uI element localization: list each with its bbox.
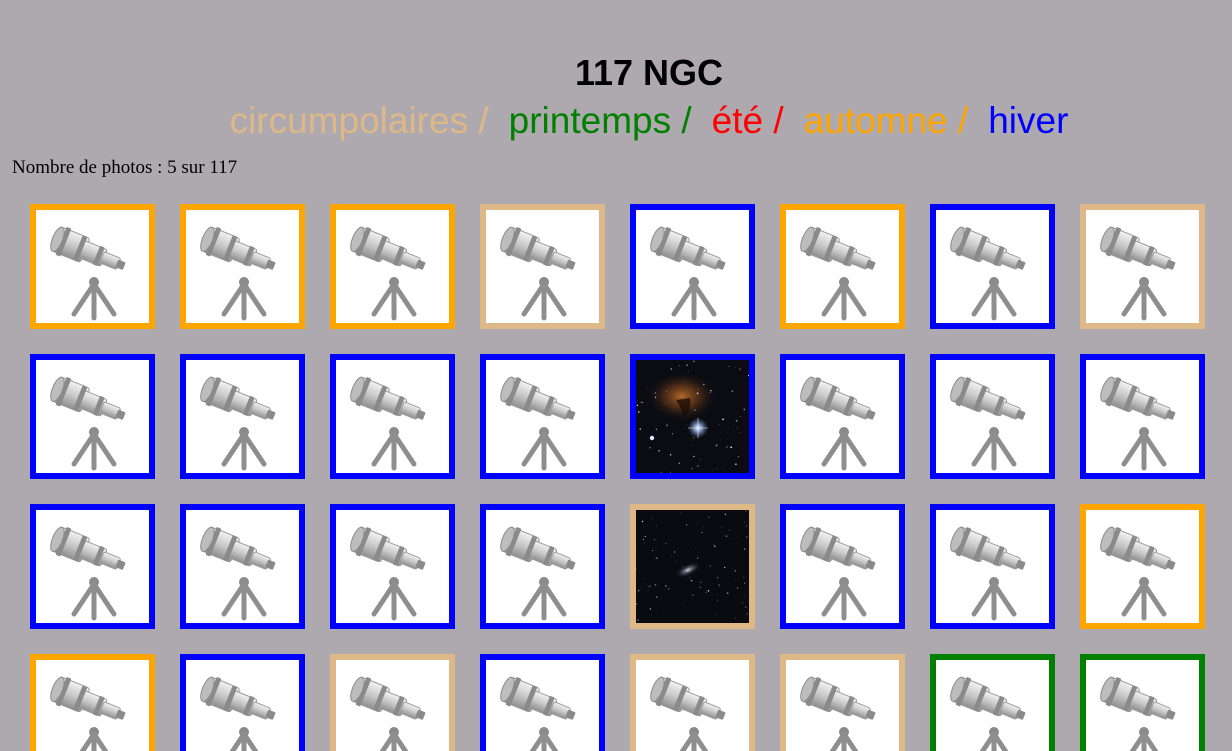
telescope-icon <box>36 210 149 323</box>
thumbnail-24[interactable] <box>1080 504 1205 629</box>
telescope-icon <box>336 660 449 751</box>
nebula-photo <box>636 360 749 473</box>
telescope-icon <box>636 210 749 323</box>
telescope-icon <box>936 210 1049 323</box>
telescope-icon <box>786 660 899 751</box>
thumbnail-30[interactable] <box>780 654 905 751</box>
telescope-icon <box>336 210 449 323</box>
galaxy-photo <box>636 510 749 623</box>
telescope-icon <box>186 660 299 751</box>
photo-count: Nombre de photos : 5 sur 117 <box>12 157 238 178</box>
thumbnail-1[interactable] <box>30 204 155 329</box>
season-link-2[interactable]: printemps / <box>509 100 692 141</box>
thumbnail-19[interactable] <box>330 504 455 629</box>
telescope-icon <box>36 510 149 623</box>
thumbnail-20[interactable] <box>480 504 605 629</box>
thumbnail-25[interactable] <box>30 654 155 751</box>
telescope-icon <box>786 210 899 323</box>
thumbnail-13[interactable] <box>630 354 755 479</box>
thumbnail-21[interactable] <box>630 504 755 629</box>
telescope-icon <box>186 360 299 473</box>
thumbnail-9[interactable] <box>30 354 155 479</box>
telescope-icon <box>786 360 899 473</box>
telescope-icon <box>936 360 1049 473</box>
season-link-1[interactable]: circumpolaires / <box>230 100 489 141</box>
thumbnail-15[interactable] <box>930 354 1055 479</box>
page: 117 NGC circumpolaires / printemps / été /… <box>0 0 1232 751</box>
season-link-3[interactable]: été / <box>712 100 784 141</box>
thumbnail-2[interactable] <box>180 204 305 329</box>
thumbnail-4[interactable] <box>480 204 605 329</box>
telescope-icon <box>936 660 1049 751</box>
telescope-icon <box>336 360 449 473</box>
telescope-icon <box>486 210 599 323</box>
thumbnail-grid <box>30 204 1205 751</box>
page-title: 117 NGC <box>574 52 724 93</box>
telescope-icon <box>36 360 149 473</box>
season-link-4[interactable]: automne / <box>804 100 969 141</box>
telescope-icon <box>1086 360 1199 473</box>
thumbnail-22[interactable] <box>780 504 905 629</box>
thumbnail-10[interactable] <box>180 354 305 479</box>
telescope-icon <box>1086 510 1199 623</box>
telescope-icon <box>786 510 899 623</box>
thumbnail-27[interactable] <box>330 654 455 751</box>
thumbnail-17[interactable] <box>30 504 155 629</box>
thumbnail-16[interactable] <box>1080 354 1205 479</box>
season-link-5[interactable]: hiver <box>988 100 1068 141</box>
thumbnail-5[interactable] <box>630 204 755 329</box>
season-filter-bar: circumpolaires / printemps / été / automne … <box>0 99 1232 143</box>
thumbnail-7[interactable] <box>930 204 1055 329</box>
thumbnail-12[interactable] <box>480 354 605 479</box>
telescope-icon <box>186 510 299 623</box>
thumbnail-31[interactable] <box>930 654 1055 751</box>
thumbnail-11[interactable] <box>330 354 455 479</box>
thumbnail-23[interactable] <box>930 504 1055 629</box>
telescope-icon <box>186 210 299 323</box>
thumbnail-14[interactable] <box>780 354 905 479</box>
telescope-icon <box>1086 210 1199 323</box>
telescope-icon <box>36 660 149 751</box>
telescope-icon <box>486 360 599 473</box>
thumbnail-8[interactable] <box>1080 204 1205 329</box>
telescope-icon <box>486 660 599 751</box>
thumbnail-26[interactable] <box>180 654 305 751</box>
telescope-icon <box>336 510 449 623</box>
thumbnail-18[interactable] <box>180 504 305 629</box>
thumbnail-32[interactable] <box>1080 654 1205 751</box>
thumbnail-3[interactable] <box>330 204 455 329</box>
telescope-icon <box>1086 660 1199 751</box>
thumbnail-28[interactable] <box>480 654 605 751</box>
thumbnail-6[interactable] <box>780 204 905 329</box>
telescope-icon <box>486 510 599 623</box>
telescope-icon <box>636 660 749 751</box>
thumbnail-29[interactable] <box>630 654 755 751</box>
telescope-icon <box>936 510 1049 623</box>
